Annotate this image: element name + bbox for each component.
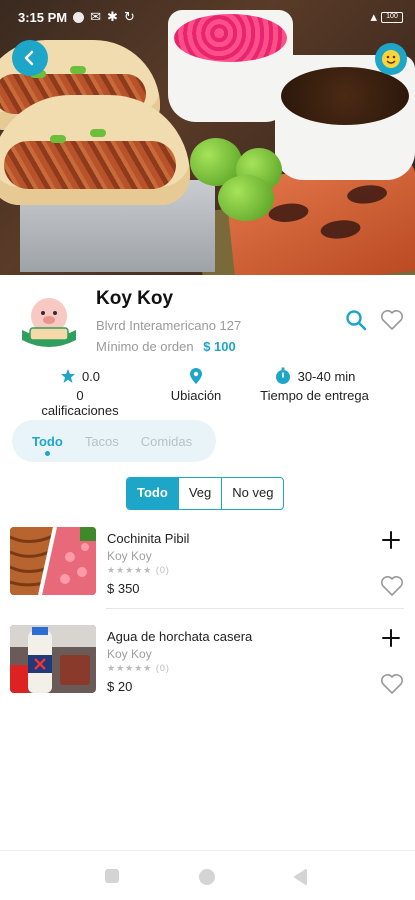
- tab-tacos[interactable]: Tacos: [85, 434, 119, 449]
- add-item-button[interactable]: [380, 627, 402, 649]
- message-icon: ✉: [90, 9, 102, 24]
- rating-stat: 0.0 0 calificaciones: [40, 366, 120, 419]
- item-rating: ★★★★★ (0): [107, 663, 170, 674]
- chevron-left-icon: [24, 50, 34, 66]
- location-label: Ubiación: [170, 388, 222, 403]
- home-button[interactable]: [198, 868, 216, 891]
- rating-count: (0): [155, 663, 170, 673]
- habanero-pepper: [218, 175, 274, 221]
- restaurant-name: Koy Koy: [96, 288, 174, 309]
- plus-icon: [382, 629, 400, 647]
- item-name: Agua de horchata casera: [107, 629, 253, 644]
- item-photo: [10, 527, 96, 595]
- system-navigation-bar: [0, 850, 415, 900]
- minimum-order: Mínimo de orden $ 100: [96, 339, 236, 354]
- tab-todo[interactable]: Todo: [32, 434, 63, 456]
- battery-icon: 100: [381, 11, 403, 23]
- add-item-button[interactable]: [380, 529, 402, 551]
- notification-icon: [73, 11, 85, 23]
- system-back-button[interactable]: [292, 868, 308, 891]
- heart-outline-icon: [381, 576, 403, 596]
- restaurant-hero-image: [0, 0, 415, 275]
- triangle-back-icon: [294, 869, 307, 885]
- delivery-time-value: 30-40 min: [297, 368, 356, 384]
- heart-outline-icon: [381, 310, 403, 330]
- item-name: Cochinita Pibil: [107, 531, 190, 546]
- search-icon: [346, 310, 367, 331]
- min-order-value: $ 100: [203, 339, 236, 354]
- restaurant-logo: [16, 288, 82, 354]
- rating-value: 0.0: [81, 368, 101, 384]
- restaurant-stats: 0.0 0 calificaciones Ubiación 30-40 min …: [0, 366, 415, 418]
- tab-comidas[interactable]: Comidas: [141, 434, 192, 449]
- favorite-restaurant-button[interactable]: [379, 307, 405, 333]
- favorite-item-button[interactable]: [379, 573, 405, 599]
- timer-icon: [275, 367, 290, 384]
- filter-veg[interactable]: Veg: [177, 478, 221, 509]
- taco: [0, 95, 190, 205]
- item-photo: [10, 625, 96, 693]
- emoji-icon: [382, 50, 400, 68]
- menu-item[interactable]: Cochinita Pibil Koy Koy ★★★★★ (0) $ 350: [0, 527, 415, 607]
- status-bar: 3:15 PM ✉ ✱ ↻ ▴ 100: [18, 8, 403, 26]
- location-pin-icon: [190, 368, 202, 384]
- category-tabs: Todo Tacos Comidas: [12, 420, 216, 462]
- recent-apps-button[interactable]: [104, 868, 120, 889]
- menu-item[interactable]: Agua de horchata casera Koy Koy ★★★★★ (0…: [0, 625, 415, 705]
- rating-stars-icon: ★★★★★: [107, 663, 153, 673]
- heart-outline-icon: [381, 674, 403, 694]
- filter-no-veg[interactable]: No veg: [221, 478, 283, 509]
- diet-filter: Todo Veg No veg: [126, 477, 285, 510]
- square-icon: [105, 869, 119, 883]
- min-order-label: Mínimo de orden: [96, 339, 194, 354]
- item-price: $ 350: [107, 581, 140, 596]
- item-brand: Koy Koy: [107, 647, 152, 661]
- item-brand: Koy Koy: [107, 549, 152, 563]
- signal-icon: ▴: [370, 9, 377, 24]
- item-rating: ★★★★★ (0): [107, 565, 170, 576]
- bluetooth-icon: ✱: [107, 9, 118, 24]
- item-divider: [106, 608, 404, 609]
- rating-count: (0): [155, 565, 170, 575]
- back-button[interactable]: [12, 40, 48, 76]
- location-stat[interactable]: Ubiación: [156, 366, 236, 403]
- favorite-item-button[interactable]: [379, 671, 405, 697]
- filter-todo[interactable]: Todo: [127, 478, 178, 509]
- rating-stars-icon: ★★★★★: [107, 565, 153, 575]
- restaurant-address: Blvrd Interamericano 127: [96, 318, 242, 333]
- rating-label: 0 calificaciones: [41, 388, 119, 418]
- status-time: 3:15 PM: [18, 9, 68, 25]
- delivery-time-label: Tiempo de entrega: [260, 388, 369, 403]
- item-price: $ 20: [107, 679, 133, 694]
- search-button[interactable]: [344, 308, 368, 332]
- star-icon: [60, 369, 75, 383]
- delivery-time-stat: 30-40 min Tiempo de entrega: [252, 366, 377, 403]
- plus-icon: [382, 531, 400, 549]
- emoji-button[interactable]: [375, 43, 407, 75]
- circle-icon: [199, 869, 215, 885]
- sync-icon: ↻: [123, 9, 135, 24]
